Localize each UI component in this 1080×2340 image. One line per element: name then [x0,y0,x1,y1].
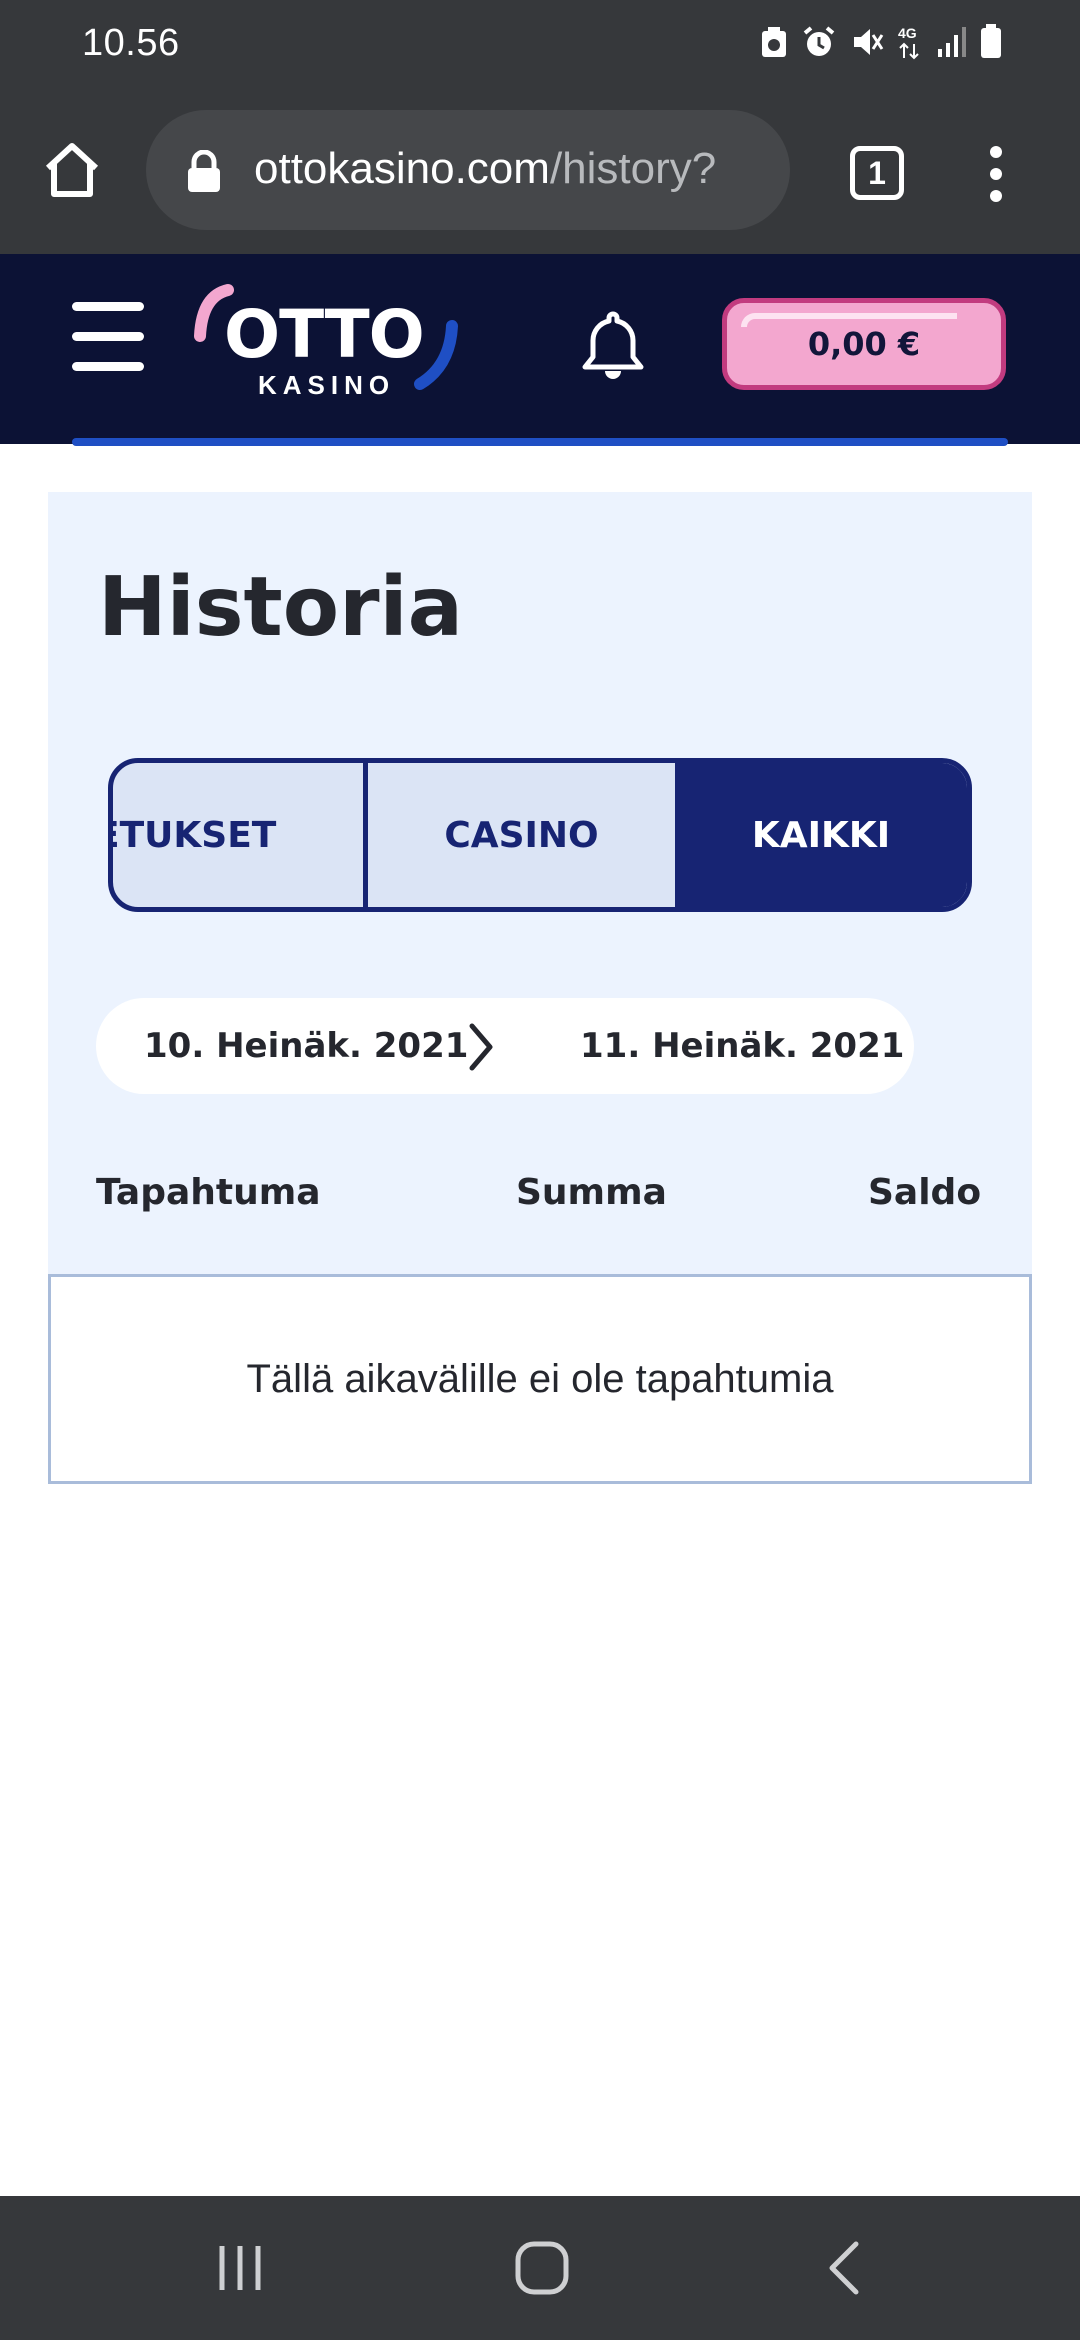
recycle-notification-icon [760,25,788,64]
recent-apps-icon[interactable] [214,2242,266,2294]
notification-bell-icon[interactable] [578,308,648,384]
column-header-tapahtuma: Tapahtuma [96,1172,321,1213]
tab-kaikki[interactable]: KAIKKI [675,763,967,907]
header-underline [72,438,1008,446]
column-header-summa: Summa [516,1172,667,1213]
browser-home-icon[interactable] [40,138,104,202]
android-navigation-bar [0,2196,1080,2340]
url-bar[interactable]: ottokasino.com/history? [146,110,790,230]
browser-menu-icon[interactable] [984,142,1008,206]
logo-sub-text: KASINO [258,370,396,400]
hamburger-menu-icon[interactable] [72,302,144,374]
svg-text:4G: 4G [898,25,917,41]
url-domain: ottokasino.com [254,144,550,193]
signal-icon [936,25,966,64]
status-bar: 10.56 4G [0,0,1080,92]
mute-icon [850,25,884,64]
logo-main-text: OTTO [224,296,425,373]
url-path: /history? [549,144,717,193]
empty-state-message: Tällä aikavälille ei ole tapahtumia [48,1274,1032,1484]
status-time: 10.56 [82,22,180,64]
date-from[interactable]: 10. Heinäk. 2021 [144,1026,468,1066]
tab-etukset[interactable]: ETUKSET [113,763,368,907]
column-header-saldo: Saldo [868,1172,982,1213]
history-filter-tabs: ETUKSET CASINO KAIKKI [108,758,972,912]
status-icons: 4G [760,23,1002,65]
lock-icon [186,149,222,194]
tab-label: ETUKSET [113,814,277,856]
page-title: Historia [98,560,463,655]
back-icon[interactable] [826,2240,862,2296]
tab-label: CASINO [444,814,599,856]
date-range-picker[interactable]: 10. Heinäk. 2021 11. Heinäk. 2021 [96,998,914,1094]
date-to[interactable]: 11. Heinäk. 2021 [580,1026,904,1066]
home-icon[interactable] [514,2240,570,2296]
tab-switcher-button[interactable]: 1 [850,146,904,200]
browser-toolbar: ottokasino.com/history? 1 [0,92,1080,254]
network-type-icon: 4G [898,24,922,65]
otto-kasino-logo[interactable]: OTTO KASINO [188,276,468,406]
chevron-right-icon [466,1022,496,1072]
tab-label: KAIKKI [751,814,891,856]
balance-button[interactable]: 0,00 € [722,298,1006,390]
history-panel: Historia ETUKSET CASINO KAIKKI 10. Heinä… [48,492,1032,1276]
url-text: ottokasino.com/history? [254,144,774,194]
alarm-icon [802,25,836,64]
tab-casino[interactable]: CASINO [368,763,675,907]
battery-icon [980,23,1002,65]
